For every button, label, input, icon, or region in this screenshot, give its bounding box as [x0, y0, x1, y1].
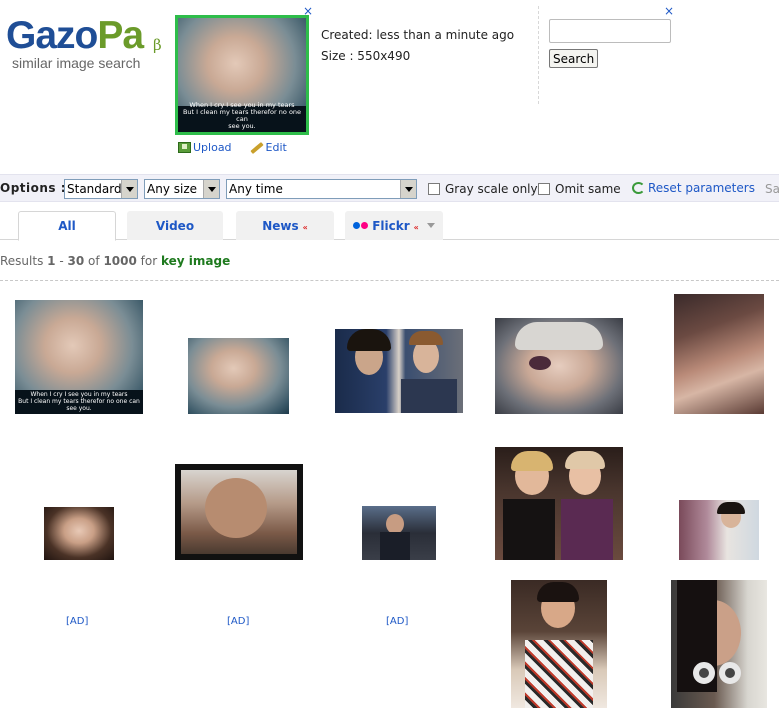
logo-word-part2: Pa [97, 14, 144, 57]
edit-label: Edit [265, 141, 287, 154]
tab-flickr-label: Flickr [372, 218, 410, 233]
results-query: key image [161, 254, 231, 268]
tab-news[interactable]: News « [236, 211, 334, 240]
chevron-down-icon[interactable] [426, 223, 435, 228]
result-image[interactable] [511, 580, 607, 708]
grayscale-checkbox[interactable] [428, 183, 440, 195]
style-select-value: Standard [67, 182, 122, 196]
tab-news-label: News [262, 218, 299, 233]
results-summary: Results 1 - 30 of 1000 for key image [0, 254, 231, 268]
options-trailing-text: Sa [765, 182, 779, 196]
time-select[interactable]: Any time [226, 179, 417, 199]
created-text: Created: less than a minute ago [321, 28, 515, 42]
caption-line: But I clean my tears therefor no one can [182, 108, 302, 123]
result-image[interactable] [362, 506, 436, 560]
result-image[interactable] [674, 294, 764, 414]
tab-all[interactable]: All [18, 211, 116, 241]
results-to: 30 [67, 254, 85, 268]
size-select-value: Any size [147, 182, 197, 196]
caption-line: But I clean my tears therefor no one can [18, 398, 140, 405]
result-image[interactable]: When I cry I see you in my tears But I c… [15, 300, 143, 414]
search-button[interactable]: Search [549, 49, 599, 68]
result-image[interactable] [335, 329, 463, 413]
result-image[interactable] [671, 580, 767, 708]
upload-label: Upload [193, 141, 232, 154]
omit-same-label: Omit same [555, 182, 621, 196]
results-for: for [140, 254, 158, 268]
logo-beta: β [153, 36, 162, 54]
result-image[interactable] [495, 447, 623, 560]
edit-link[interactable]: Edit [249, 141, 287, 154]
key-image-caption: When I cry I see you in my tears But I c… [178, 102, 306, 130]
reset-label: Reset parameters [648, 181, 755, 195]
caption-line: see you. [66, 405, 92, 412]
time-select-value: Any time [229, 182, 283, 196]
results-total: 1000 [103, 254, 137, 268]
result-image[interactable] [175, 464, 303, 560]
image-caption: When I cry I see you in my tears But I c… [15, 391, 143, 412]
style-select[interactable]: Standard [64, 179, 138, 199]
options-bar: Options : Standard Any size Any time Gra… [0, 174, 779, 202]
reset-parameters-link[interactable]: Reset parameters [632, 181, 755, 195]
size-select[interactable]: Any size [144, 179, 220, 199]
caption-line: When I cry I see you in my tears [30, 391, 128, 398]
options-label: Options : [0, 181, 67, 195]
new-badge: « [302, 223, 308, 232]
key-image-meta: Created: less than a minute ago Size : 5… [321, 25, 514, 67]
result-image[interactable] [44, 507, 114, 560]
logo-wordmark: GazoPa [6, 14, 144, 58]
upload-icon [178, 142, 191, 153]
results-divider [0, 280, 779, 281]
flickr-logo-icon [353, 222, 369, 229]
omit-same-checkbox[interactable] [538, 183, 550, 195]
ad-link[interactable]: [AD] [227, 616, 249, 627]
search-input[interactable] [549, 19, 671, 43]
new-badge: « [413, 223, 419, 232]
size-text: Size : 550x490 [321, 49, 411, 63]
tab-flickr[interactable]: Flickr « [345, 211, 443, 240]
ad-link[interactable]: [AD] [66, 616, 88, 627]
result-image[interactable] [495, 318, 623, 414]
tab-all-label: All [58, 219, 76, 233]
tab-video[interactable]: Video [127, 211, 223, 240]
ad-link[interactable]: [AD] [386, 616, 408, 627]
caption-line: see you. [228, 122, 256, 130]
reset-icon [632, 182, 645, 194]
key-image-thumbnail[interactable]: When I cry I see you in my tears But I c… [175, 15, 309, 135]
grayscale-label: Gray scale only [445, 182, 538, 196]
header-divider [538, 6, 539, 104]
tab-video-label: Video [155, 218, 195, 233]
result-image[interactable] [679, 500, 759, 560]
gazopa-logo[interactable]: GazoPa β similar image search [6, 14, 166, 76]
logo-word-part1: Gazo [6, 14, 98, 57]
logo-tagline: similar image search [12, 55, 141, 71]
search-close-icon[interactable]: × [664, 5, 674, 17]
chevron-down-icon [203, 180, 219, 198]
upload-link[interactable]: Upload [178, 141, 232, 154]
result-image[interactable] [188, 338, 289, 414]
pencil-icon [249, 141, 264, 154]
results-prefix: Results [0, 254, 44, 268]
results-of: of [88, 254, 100, 268]
results-from: 1 [47, 254, 56, 268]
chevron-down-icon [400, 180, 416, 198]
key-image-actions: Upload Edit [178, 141, 287, 154]
key-image-close-icon[interactable]: × [303, 5, 313, 17]
chevron-down-icon [121, 180, 137, 198]
